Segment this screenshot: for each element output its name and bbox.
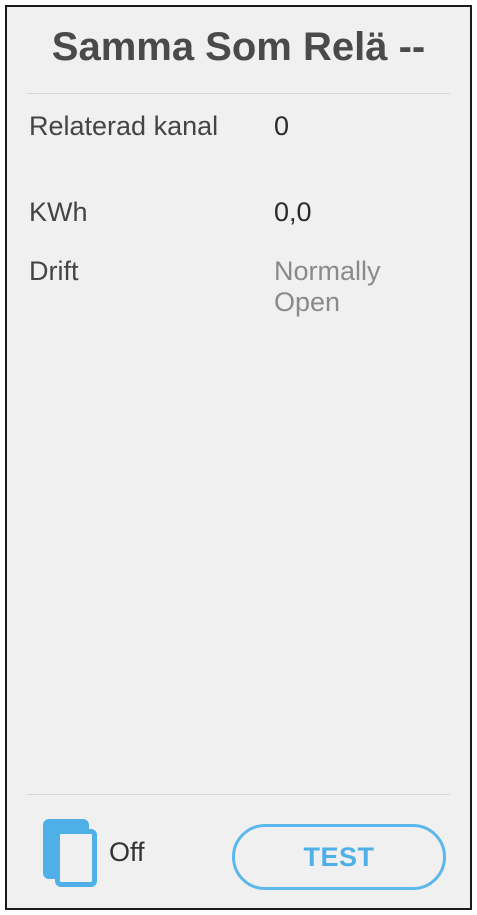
- header-divider: [27, 93, 450, 94]
- field-value-drift: Normally Open: [274, 256, 381, 317]
- field-label-kwh: KWh: [29, 197, 88, 227]
- field-label-related-channel: Relaterad kanal: [29, 111, 219, 141]
- footer-divider: [27, 794, 450, 795]
- relay-panel: Samma Som Relä -- Relaterad kanal 0 KWh …: [5, 5, 472, 910]
- relay-status: Off: [43, 817, 145, 887]
- test-button[interactable]: TEST: [232, 824, 446, 890]
- page-title: Samma Som Relä --: [51, 25, 426, 69]
- field-value-kwh: 0,0: [274, 197, 312, 227]
- copy-icon: [43, 819, 99, 887]
- field-label-drift: Drift: [29, 256, 79, 286]
- field-value-related-channel: 0: [274, 111, 290, 141]
- status-text: Off: [109, 836, 145, 867]
